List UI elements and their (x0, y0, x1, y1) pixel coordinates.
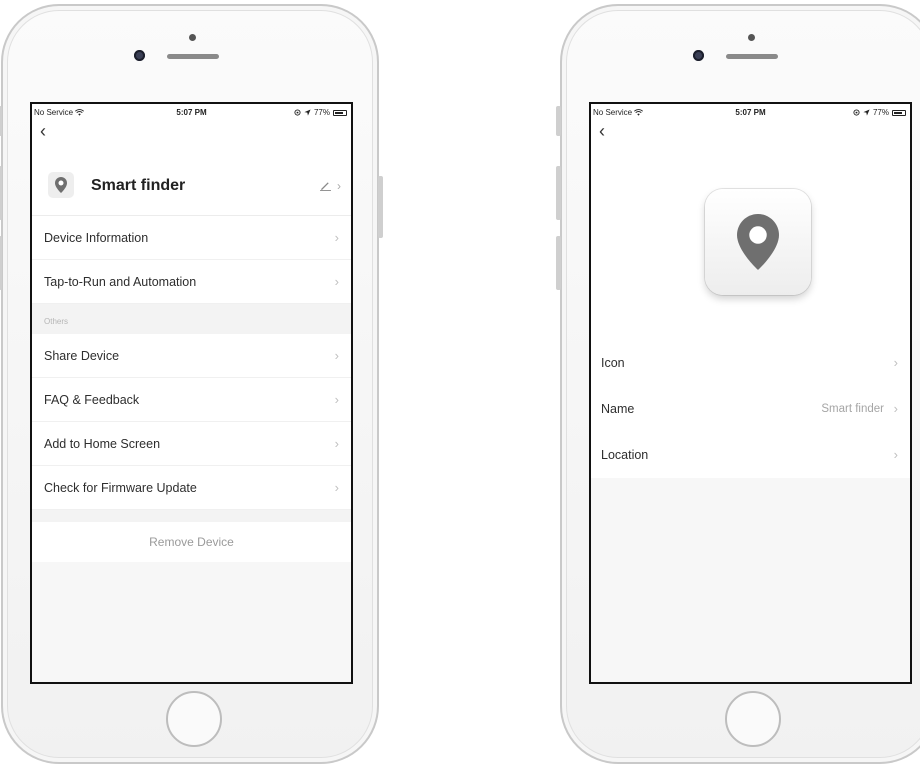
map-pin-icon (737, 214, 779, 270)
location-arrow-icon (304, 109, 311, 116)
back-chevron-icon[interactable]: ‹ (40, 121, 46, 141)
battery-icon (892, 109, 906, 116)
device-name: Smart finder (91, 177, 186, 194)
chevron-right-icon: › (334, 347, 339, 363)
phone-frame-right: No Service 5:07 PM 77% ‹ Icon › Name Sma… (556, 4, 920, 764)
device-icon-preview (591, 144, 910, 340)
proximity-sensor (189, 34, 196, 41)
volume-down-button (556, 236, 561, 290)
chevron-right-icon: › (893, 400, 898, 416)
chevron-right-icon: › (337, 179, 341, 193)
menu-item-tap-to-run[interactable]: Tap-to-Run and Automation › (32, 260, 351, 304)
proximity-sensor (748, 34, 755, 41)
menu-item-label: FAQ & Feedback (44, 392, 140, 407)
menu-item-firmware-update[interactable]: Check for Firmware Update › (32, 466, 351, 510)
chevron-right-icon: › (334, 479, 339, 495)
status-bar: No Service 5:07 PM 77% (32, 104, 351, 120)
front-camera (134, 50, 145, 61)
device-header[interactable]: Smart finder › (32, 144, 351, 216)
map-pin-icon (55, 177, 67, 193)
location-arrow-icon (863, 109, 870, 116)
property-row-name[interactable]: Name Smart finder › (591, 386, 910, 432)
section-gap (32, 510, 351, 522)
chevron-right-icon: › (334, 391, 339, 407)
chevron-right-icon: › (893, 446, 898, 462)
remove-device-button[interactable]: Remove Device (32, 522, 351, 562)
battery-icon (333, 109, 347, 116)
device-settings-screen: No Service 5:07 PM 77% ‹ Smart finder › … (30, 102, 353, 684)
rotation-lock-icon (294, 109, 301, 116)
device-icon-large[interactable] (705, 189, 811, 295)
menu-item-label: Share Device (44, 348, 120, 363)
mute-switch (0, 106, 2, 136)
volume-up-button (556, 166, 561, 220)
nav-bar: ‹ (591, 120, 910, 144)
menu-item-label: Device Information (44, 230, 149, 245)
menu-item-share-device[interactable]: Share Device › (32, 334, 351, 378)
mute-switch (556, 106, 561, 136)
back-chevron-icon[interactable]: ‹ (599, 121, 605, 141)
device-icon (48, 172, 74, 198)
property-row-icon[interactable]: Icon › (591, 340, 910, 386)
battery-percent: 77% (872, 108, 889, 117)
menu-item-label: Add to Home Screen (44, 436, 161, 451)
chevron-right-icon: › (334, 229, 339, 245)
menu-item-device-information[interactable]: Device Information › (32, 216, 351, 260)
property-label: Name (601, 402, 635, 416)
chevron-right-icon: › (334, 435, 339, 451)
section-header-others: Others (32, 304, 351, 334)
menu-item-label: Check for Firmware Update (44, 480, 197, 495)
device-info-screen: No Service 5:07 PM 77% ‹ Icon › Name Sma… (589, 102, 912, 684)
volume-down-button (0, 236, 2, 290)
menu-item-add-to-home-screen[interactable]: Add to Home Screen › (32, 422, 351, 466)
property-row-location[interactable]: Location › (591, 432, 910, 478)
earpiece-speaker (726, 54, 778, 59)
earpiece-speaker (167, 54, 219, 59)
chevron-right-icon: › (334, 273, 339, 289)
property-value: Smart finder (821, 403, 884, 415)
nav-bar: ‹ (32, 120, 351, 144)
phone-frame-left: No Service 5:07 PM 77% ‹ Smart finder › … (0, 4, 383, 764)
pencil-icon[interactable] (320, 181, 331, 191)
home-button (166, 691, 222, 747)
power-button (378, 176, 383, 238)
device-property-list: Icon › Name Smart finder › Location › (591, 340, 910, 478)
property-label: Icon (601, 356, 625, 370)
battery-percent: 77% (313, 108, 330, 117)
front-camera (693, 50, 704, 61)
property-label: Location (601, 448, 649, 462)
rotation-lock-icon (853, 109, 860, 116)
menu-item-label: Tap-to-Run and Automation (44, 274, 197, 289)
status-bar: No Service 5:07 PM 77% (591, 104, 910, 120)
volume-up-button (0, 166, 2, 220)
home-button (725, 691, 781, 747)
menu-item-faq-feedback[interactable]: FAQ & Feedback › (32, 378, 351, 422)
chevron-right-icon: › (893, 354, 898, 370)
